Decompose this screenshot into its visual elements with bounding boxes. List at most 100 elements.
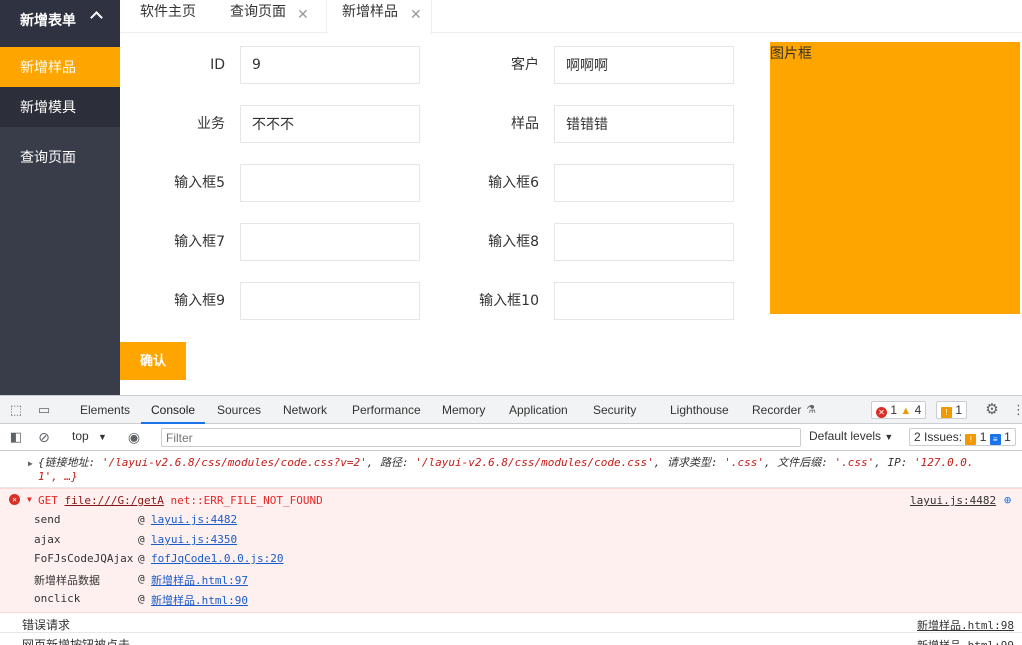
log-source-link[interactable]: 新增样品.html:98 xyxy=(917,617,1014,633)
eye-icon[interactable]: ◉ xyxy=(126,429,142,445)
stack-frame-link[interactable]: 新增样品.html:97 xyxy=(151,572,248,588)
tab-label: 查询页面 xyxy=(230,4,286,20)
input9-label: 输入框9 xyxy=(174,293,225,309)
inspect-element-icon[interactable]: ⬚ xyxy=(8,402,24,418)
id-field[interactable] xyxy=(240,46,420,84)
input10-field[interactable] xyxy=(554,282,734,320)
stack-frame-link[interactable]: fofJqCode1.0.0.js:20 xyxy=(151,552,283,565)
sidebar-item-add-sample[interactable]: 新增样品 xyxy=(0,47,120,87)
device-toolbar-icon[interactable]: ▭ xyxy=(36,402,52,418)
tab-query-page[interactable]: 查询页面 ✕ xyxy=(230,0,330,33)
error-count: 1 xyxy=(890,403,898,417)
sidebar-header[interactable]: 新增表单 xyxy=(0,0,120,40)
devtools-tab-performance[interactable]: Performance xyxy=(352,396,421,424)
input9-field[interactable] xyxy=(240,282,420,320)
devtools-tab-sources[interactable]: Sources xyxy=(217,396,261,424)
collapse-triangle-icon[interactable]: ▼ xyxy=(27,495,32,504)
context-selector[interactable]: top ▼ xyxy=(72,429,107,443)
stack-frame-link[interactable]: layui.js:4482 xyxy=(151,513,237,526)
tab-add-sample[interactable]: 新增样品 ✕ xyxy=(326,0,432,34)
business-field[interactable] xyxy=(240,105,420,143)
console-toolbar: ◧ ⊘ top ▼ ◉ Default levels ▼ 2 Issues: !… xyxy=(0,424,1022,451)
console-message-error: ✕ ▼ GET file:///G:/getA net::ERR_FILE_NO… xyxy=(0,488,1022,613)
tab-bar: 软件主页 查询页面 ✕ 新增样品 ✕ xyxy=(120,0,1022,34)
gear-icon[interactable]: ⚙ xyxy=(984,402,1000,418)
more-options-icon[interactable]: ⋮ xyxy=(1012,402,1022,418)
sidebar: 新增表单 新增样品 新增模具 查询页面 xyxy=(0,0,120,395)
network-globe-icon[interactable]: ⊕ xyxy=(1004,493,1011,507)
info-count-badge[interactable]: ! 1 xyxy=(936,401,968,419)
log-text: 错误请求 xyxy=(22,618,71,632)
id-label: ID xyxy=(210,57,225,73)
issue-info-icon: ≡ xyxy=(989,434,1001,445)
error-url-link[interactable]: file:///G:/getA xyxy=(65,494,164,507)
sidebar-item-label: 新增样品 xyxy=(20,60,76,76)
info-count: 1 xyxy=(955,403,963,417)
error-icon: ✕ xyxy=(876,407,887,418)
sidebar-item-add-mold[interactable]: 新增模具 xyxy=(0,87,120,127)
object-preview[interactable]: {链接地址: '/layui-v2.6.8/css/modules/code.c… xyxy=(38,456,998,484)
error-icon: ✕ xyxy=(9,494,20,505)
input7-field[interactable] xyxy=(240,223,420,261)
devtools-tab-memory[interactable]: Memory xyxy=(442,396,485,424)
sidebar-item-query-page[interactable]: 查询页面 xyxy=(0,137,120,177)
error-source-link[interactable]: layui.js:4482 xyxy=(910,494,996,507)
log-levels-dropdown[interactable]: Default levels ▼ xyxy=(809,429,893,443)
close-icon[interactable]: ✕ xyxy=(297,3,309,27)
stack-frame-link[interactable]: 新增样品.html:90 xyxy=(151,592,248,608)
picture-box-label: 图片框 xyxy=(770,46,812,62)
tab-label: 新增样品 xyxy=(342,4,398,20)
console-output: ▶ {链接地址: '/layui-v2.6.8/css/modules/code… xyxy=(0,451,1022,645)
caret-down-icon: ▼ xyxy=(884,432,894,442)
warning-icon: ▲ xyxy=(900,405,912,417)
tab-home[interactable]: 软件主页 xyxy=(140,0,196,33)
stack-frame-link[interactable]: layui.js:4350 xyxy=(151,533,237,546)
sidebar-item-label: 新增模具 xyxy=(20,100,76,116)
console-counts-badge[interactable]: ✕ 1 ▲ 4 xyxy=(871,401,927,419)
devtools-tab-network[interactable]: Network xyxy=(283,396,327,424)
sample-label: 样品 xyxy=(511,116,539,132)
issues-blue-count: 1 xyxy=(1004,430,1011,444)
sidebar-sub-spacer xyxy=(0,40,120,47)
devtools-tab-application[interactable]: Application xyxy=(509,396,568,424)
input6-field[interactable] xyxy=(554,164,734,202)
issue-warning-icon: ! xyxy=(965,434,977,445)
tab-label: 软件主页 xyxy=(140,4,196,20)
warning-count: 4 xyxy=(914,403,922,417)
confirm-button[interactable]: 确认 xyxy=(120,342,186,380)
chevron-up-icon xyxy=(90,11,103,24)
input7-label: 输入框7 xyxy=(174,234,225,250)
error-line: GET file:///G:/getA net::ERR_FILE_NOT_FO… xyxy=(38,494,323,507)
close-icon[interactable]: ✕ xyxy=(410,3,422,27)
input5-field[interactable] xyxy=(240,164,420,202)
input8-label: 输入框8 xyxy=(488,234,539,250)
issues-orange-count: 1 xyxy=(979,430,987,444)
log-levels-label: Default levels xyxy=(809,429,882,443)
devtools-tab-lighthouse[interactable]: Lighthouse xyxy=(670,396,729,424)
devtools-tab-bar: ⬚ ▭ Elements Console Sources Network Per… xyxy=(0,396,1022,424)
input8-field[interactable] xyxy=(554,223,734,261)
devtools-tab-console[interactable]: Console xyxy=(141,396,206,424)
issues-button[interactable]: 2 Issues: ! 1 ≡ 1 xyxy=(909,428,1016,446)
input5-label: 输入框5 xyxy=(174,175,225,191)
devtools-tab-security[interactable]: Security xyxy=(593,396,636,424)
filter-input[interactable] xyxy=(161,428,801,447)
sample-field[interactable] xyxy=(554,105,734,143)
devtools-tab-elements[interactable]: Elements xyxy=(80,396,130,424)
customer-label: 客户 xyxy=(511,57,539,73)
caret-down-icon: ▼ xyxy=(98,432,107,442)
sidebar-toggle-icon[interactable]: ◧ xyxy=(8,429,24,445)
flask-icon: ⚗ xyxy=(806,404,816,416)
context-label: top xyxy=(72,429,89,443)
expand-triangle-icon[interactable]: ▶ xyxy=(28,459,33,468)
input10-label: 输入框10 xyxy=(479,293,539,309)
console-message-object: ▶ {链接地址: '/layui-v2.6.8/css/modules/code… xyxy=(0,451,1022,488)
info-icon: ! xyxy=(941,407,952,418)
clear-console-icon[interactable]: ⊘ xyxy=(36,429,52,445)
devtools-tab-recorder[interactable]: Recorder xyxy=(752,396,801,424)
sidebar-header-label: 新增表单 xyxy=(20,13,76,29)
input6-label: 输入框6 xyxy=(488,175,539,191)
business-label: 业务 xyxy=(197,116,225,132)
sidebar-item-label: 查询页面 xyxy=(20,150,76,166)
customer-field[interactable] xyxy=(554,46,734,84)
